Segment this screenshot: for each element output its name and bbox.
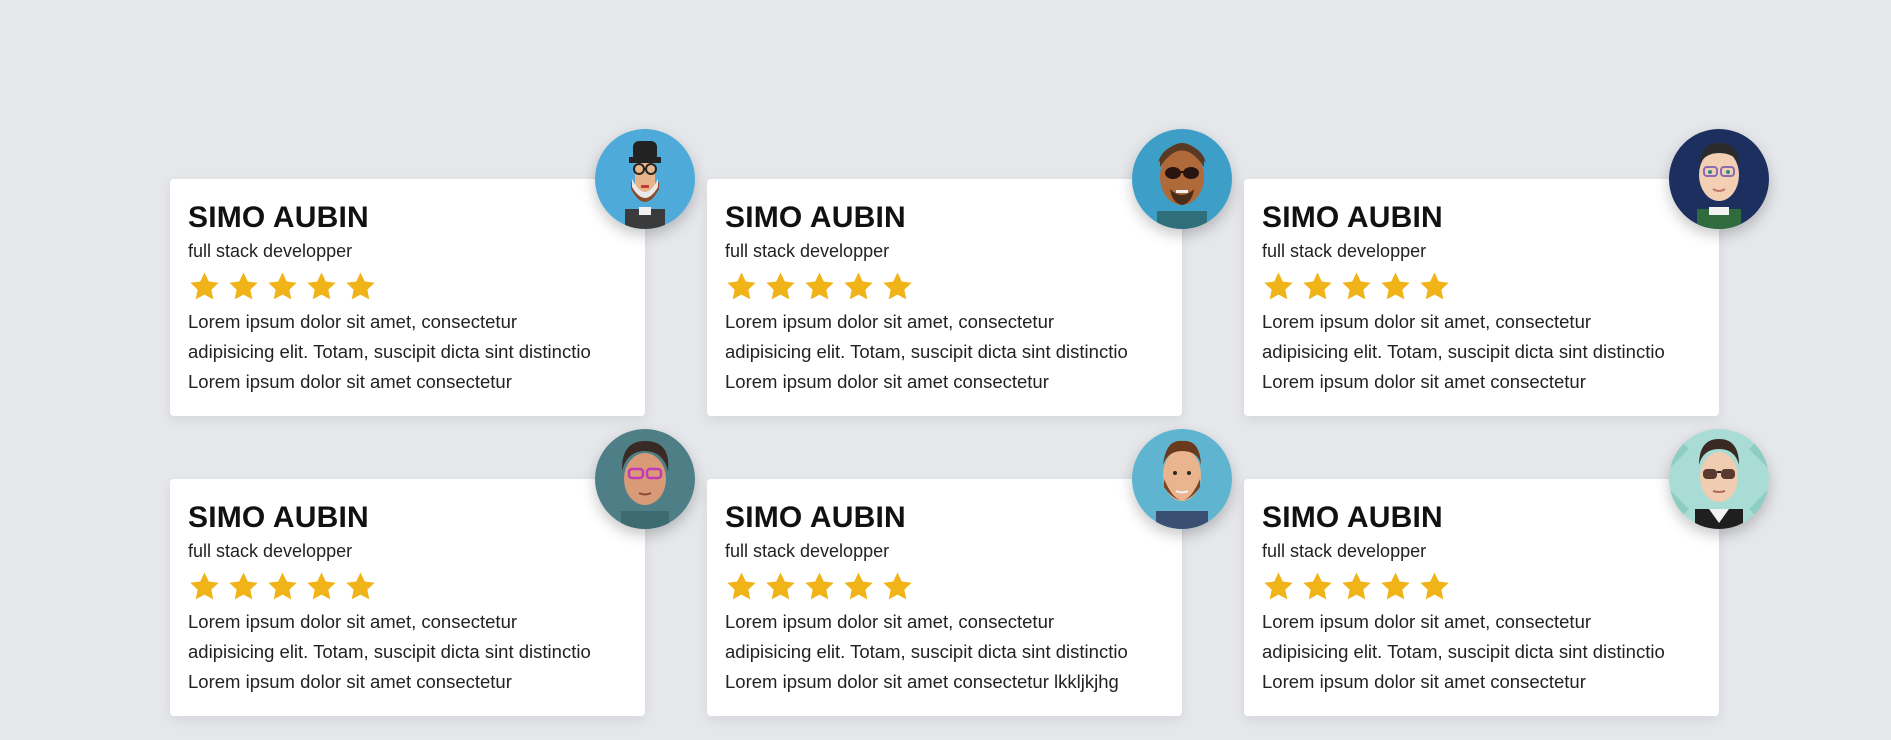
card-text: Lorem ipsum dolor sit amet, consectetur … <box>725 607 1164 697</box>
card-name: SIMO AUBIN <box>188 501 369 534</box>
card-text-line: Lorem ipsum dolor sit amet, consectetur <box>1262 311 1592 332</box>
card-name: SIMO AUBIN <box>725 501 906 534</box>
star-rating <box>188 569 627 603</box>
card-text: Lorem ipsum dolor sit amet, consectetur … <box>725 307 1164 397</box>
card-role: full stack developper <box>188 241 353 261</box>
star-icon <box>805 571 834 599</box>
star-icon <box>1381 271 1410 299</box>
card-name: SIMO AUBIN <box>1262 201 1443 234</box>
star-icon <box>268 571 297 599</box>
star-icon <box>766 271 795 299</box>
card-text-line: Lorem ipsum dolor sit amet, consectetur <box>1262 611 1592 632</box>
star-icon <box>844 271 873 299</box>
card-name: SIMO AUBIN <box>725 201 906 234</box>
star-icon <box>1420 571 1449 599</box>
testimonial-card: SIMO AUBIN full stack developper Lorem i… <box>1244 129 1769 416</box>
card-text-line: Lorem ipsum dolor sit amet consectetur <box>1262 371 1586 392</box>
card-text-line: Lorem ipsum dolor sit amet, consectetur <box>725 311 1055 332</box>
star-icon <box>766 571 795 599</box>
star-icon <box>1342 571 1371 599</box>
star-icon <box>1303 571 1332 599</box>
card-text-line: Lorem ipsum dolor sit amet consectetur <box>725 371 1049 392</box>
star-icon <box>346 271 375 299</box>
card-text-line: adipisicing elit. Totam, suscipit dicta … <box>725 641 1128 662</box>
avatar-bearded-man-icon <box>1132 429 1232 529</box>
star-icon <box>229 271 258 299</box>
star-rating <box>1262 569 1701 603</box>
card-text-line: Lorem ipsum dolor sit amet consectetur l… <box>725 671 1119 692</box>
testimonial-card: SIMO AUBIN full stack developper Lorem i… <box>707 429 1232 716</box>
card-text-line: Lorem ipsum dolor sit amet, consectetur <box>188 611 518 632</box>
star-icon <box>346 571 375 599</box>
star-icon <box>727 271 756 299</box>
star-icon <box>190 271 219 299</box>
card-text-line: Lorem ipsum dolor sit amet, consectetur <box>188 311 518 332</box>
star-icon <box>229 571 258 599</box>
avatar-sunglasses-beard-icon <box>1132 129 1232 229</box>
card-role: full stack developper <box>1262 241 1427 261</box>
testimonial-card: SIMO AUBIN full stack developper Lorem i… <box>170 429 695 716</box>
card-text-line: adipisicing elit. Totam, suscipit dicta … <box>1262 341 1665 362</box>
testimonial-card: SIMO AUBIN full stack developper Lorem i… <box>707 129 1232 416</box>
star-icon <box>1342 271 1371 299</box>
avatar-hipster-beard-glasses-icon <box>595 129 695 229</box>
card-role: full stack developper <box>188 541 353 561</box>
avatar-aviator-glasses-icon <box>1669 429 1769 529</box>
card-text-line: Lorem ipsum dolor sit amet consectetur <box>188 371 512 392</box>
card-text-line: adipisicing elit. Totam, suscipit dicta … <box>188 341 591 362</box>
star-rating <box>725 269 1164 303</box>
card-text-line: adipisicing elit. Totam, suscipit dicta … <box>725 341 1128 362</box>
card-text-line: adipisicing elit. Totam, suscipit dicta … <box>1262 641 1665 662</box>
star-icon <box>1420 271 1449 299</box>
star-icon <box>307 571 336 599</box>
card-role: full stack developper <box>725 541 890 561</box>
star-icon <box>727 571 756 599</box>
card-text: Lorem ipsum dolor sit amet, consectetur … <box>188 607 627 697</box>
card-text: Lorem ipsum dolor sit amet, consectetur … <box>1262 607 1701 697</box>
card-role: full stack developper <box>725 241 890 261</box>
card-role: full stack developper <box>1262 541 1427 561</box>
star-icon <box>1264 271 1293 299</box>
star-icon <box>883 271 912 299</box>
star-icon <box>307 271 336 299</box>
testimonial-card: SIMO AUBIN full stack developper Lorem i… <box>170 129 695 416</box>
star-icon <box>805 271 834 299</box>
star-icon <box>190 571 219 599</box>
card-text-line: Lorem ipsum dolor sit amet, consectetur <box>725 611 1055 632</box>
card-text: Lorem ipsum dolor sit amet, consectetur … <box>1262 307 1701 397</box>
card-text-line: Lorem ipsum dolor sit amet consectetur <box>188 671 512 692</box>
star-icon <box>883 571 912 599</box>
card-name: SIMO AUBIN <box>188 201 369 234</box>
star-icon <box>1303 271 1332 299</box>
avatar-glasses-man-icon <box>1669 129 1769 229</box>
star-rating <box>1262 269 1701 303</box>
testimonial-card: SIMO AUBIN full stack developper Lorem i… <box>1244 429 1769 716</box>
testimonial-grid: SIMO AUBIN full stack developper Lorem i… <box>170 129 1769 716</box>
star-icon <box>1381 571 1410 599</box>
card-name: SIMO AUBIN <box>1262 501 1443 534</box>
star-icon <box>1264 571 1293 599</box>
card-text: Lorem ipsum dolor sit amet, consectetur … <box>188 307 627 397</box>
star-rating <box>188 269 627 303</box>
avatar-pink-glasses-icon <box>595 429 695 529</box>
star-icon <box>844 571 873 599</box>
star-rating <box>725 569 1164 603</box>
card-text-line: Lorem ipsum dolor sit amet consectetur <box>1262 671 1586 692</box>
star-icon <box>268 271 297 299</box>
card-text-line: adipisicing elit. Totam, suscipit dicta … <box>188 641 591 662</box>
